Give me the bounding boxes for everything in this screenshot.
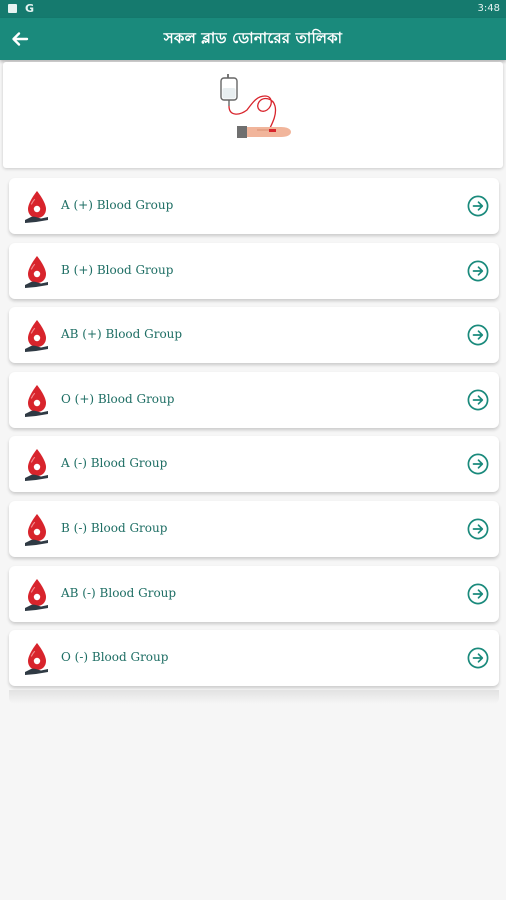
blood-group-item-3[interactable]: AB (+) Blood Group [9,307,499,363]
blood-drop-hand-icon [25,643,48,675]
blood-group-label: O (-) Blood Group [61,650,169,664]
blood-drop-hand-icon [25,320,48,352]
list-bottom-shadow [9,690,499,704]
blood-drop-hand-icon [25,385,48,417]
blood-donation-illustration [220,74,291,138]
blood-drop-hand-icon [25,579,48,611]
app-bar: সকল ব্লাড ডোনারের তালিকা [0,18,506,60]
notification-image-icon [8,4,17,13]
header-banner [3,62,503,168]
arrow-right-circle-icon[interactable] [467,389,489,411]
blood-group-label: A (+) Blood Group [61,198,174,212]
blood-group-item-4[interactable]: O (+) Blood Group [9,372,499,428]
arrow-right-circle-icon[interactable] [467,583,489,605]
blood-group-item-2[interactable]: B (+) Blood Group [9,243,499,299]
blood-group-item-6[interactable]: B (-) Blood Group [9,501,499,557]
blood-group-label: B (+) Blood Group [61,263,174,277]
arrow-right-circle-icon[interactable] [467,647,489,669]
blood-drop-hand-icon [25,449,48,481]
blood-group-label: AB (+) Blood Group [61,327,183,341]
arrow-right-circle-icon[interactable] [467,453,489,475]
blood-group-label: A (-) Blood Group [61,456,168,470]
arrow-right-circle-icon[interactable] [467,195,489,217]
arrow-right-circle-icon[interactable] [467,260,489,282]
blood-drop-hand-icon [25,514,48,546]
blood-group-item-5[interactable]: A (-) Blood Group [9,436,499,492]
blood-drop-hand-icon [25,191,48,223]
arrow-right-circle-icon[interactable] [467,324,489,346]
blood-group-label: O (+) Blood Group [61,392,175,406]
blood-drop-hand-icon [25,256,48,288]
status-time: 3:48 [477,3,500,14]
google-notification-icon: G [25,2,35,15]
status-notifications: G [8,2,34,15]
arrow-right-circle-icon[interactable] [467,518,489,540]
blood-group-item-1[interactable]: A (+) Blood Group [9,178,499,234]
blood-group-item-8[interactable]: O (-) Blood Group [9,630,499,686]
blood-group-item-7[interactable]: AB (-) Blood Group [9,566,499,622]
blood-group-label: AB (-) Blood Group [61,586,177,600]
page-title: সকল ব্লাড ডোনারের তালিকা [163,29,343,47]
status-bar: G 3:48 [0,0,506,18]
blood-group-label: B (-) Blood Group [61,521,168,535]
